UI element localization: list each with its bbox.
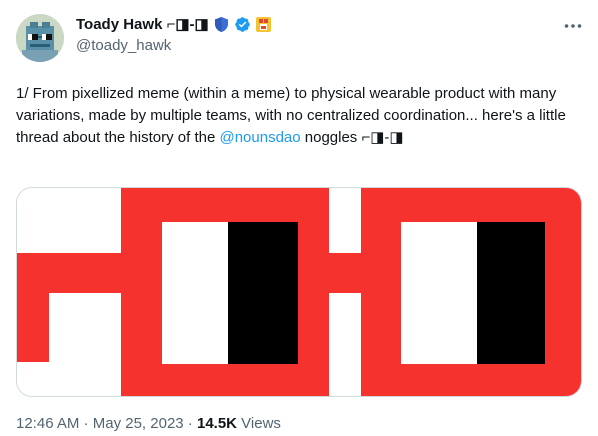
mention-link[interactable]: @nounsdao [219, 129, 300, 146]
separator: · [183, 415, 197, 432]
tweet-date[interactable]: May 25, 2023 [93, 415, 184, 432]
separator: · [79, 415, 93, 432]
views-label: Views [237, 415, 281, 432]
more-options-icon[interactable] [562, 16, 584, 36]
author-avatar[interactable] [16, 14, 64, 62]
emoji-badge-icon [255, 16, 272, 33]
tweet-meta: 12:46 AM · May 25, 2023 · 14.5K Views [16, 415, 281, 432]
noggles-image [17, 188, 581, 396]
verified-badge-icon[interactable] [234, 16, 251, 33]
toad-avatar-icon [16, 14, 64, 62]
tweet-text-part: noggles ⌐◨-◨ [300, 129, 404, 146]
tweet-text: 1/ From pixellized meme (within a meme) … [16, 83, 582, 149]
author-display-name[interactable]: Toady Hawk ⌐◨-◨ [76, 15, 209, 33]
views-count: 14.5K [196, 415, 238, 432]
tweet-media-image[interactable] [16, 187, 582, 397]
shield-icon [213, 16, 230, 33]
author-handle[interactable]: @toady_hawk [76, 37, 171, 54]
author-name-row[interactable]: Toady Hawk ⌐◨-◨ [76, 14, 272, 34]
tweet-time[interactable]: 12:46 AM [16, 415, 79, 432]
